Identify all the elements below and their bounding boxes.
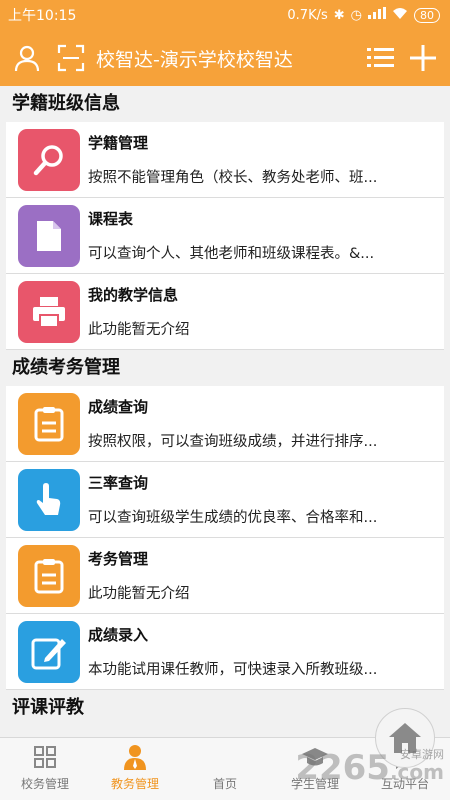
module-title: 学籍管理 [88,134,149,152]
module-desc: 此功能暂无介绍 [88,586,190,602]
module-my-teaching-info[interactable]: 我的教学信息 此功能暂无介绍 [6,274,444,350]
list-icon[interactable] [364,41,398,75]
status-indicators: 0.7K/s ✱ ◷ 80 [287,7,440,23]
tab-label: 校务管理 [20,777,69,791]
tab-teaching-affairs[interactable]: 教务管理 [90,738,180,800]
page-title: 校智达-演示学校校智达 [96,48,293,71]
module-title: 我的教学信息 [88,286,179,304]
printer-icon [18,280,80,343]
module-score-query[interactable]: 成绩查询 按照权限，可以查询班级成绩，并进行排序... [6,386,444,462]
clipboard-icon [18,392,80,455]
module-list[interactable]: 学籍班级信息 学籍管理 按照不能管理角色（校长、教务处老师、班... 课程表 可… [0,86,450,737]
module-exam-affairs[interactable]: 考务管理 此功能暂无介绍 [6,538,444,614]
network-speed: 0.7K/s [287,7,328,23]
tab-school-affairs[interactable]: 校务管理 [0,738,90,800]
tab-label: 学生管理 [290,777,339,791]
module-desc: 可以查询个人、其他老师和班级课程表。&... [88,246,375,262]
signal-icon [368,7,386,23]
module-student-records[interactable]: 学籍管理 按照不能管理角色（校长、教务处老师、班... [6,122,444,198]
tab-student-management[interactable]: 学生管理 [270,738,360,800]
alarm-icon: ◷ [350,7,362,23]
edit-icon [18,620,80,683]
module-title: 三率查询 [88,474,149,492]
module-desc: 此功能暂无介绍 [88,322,190,338]
section-title: 学籍班级信息 [0,86,450,122]
status-time: 上午10:15 [8,8,77,24]
tab-label: 教务管理 [110,777,159,791]
tab-home[interactable]: 首页 [180,708,435,800]
tab-label: 首页 [212,777,237,791]
module-desc: 按照权限，可以查询班级成绩，并进行排序... [88,434,378,450]
section-title: 成绩考务管理 [0,350,450,386]
module-title: 成绩录入 [88,626,149,644]
document-icon [18,204,80,267]
module-desc: 可以查询班级学生成绩的优良率、合格率和... [88,510,378,526]
scan-icon[interactable] [54,41,88,75]
teacher-icon [123,743,147,771]
wifi-icon [392,7,408,23]
search-icon [18,128,80,191]
module-title: 课程表 [88,210,134,228]
module-title: 成绩查询 [88,398,149,416]
module-desc: 按照不能管理角色（校长、教务处老师、班... [88,170,378,186]
module-title: 考务管理 [88,550,149,568]
grid-icon [33,743,57,771]
module-desc: 本功能试用课任教师，可快速录入所教班级... [88,662,378,678]
clipboard-icon [18,544,80,607]
app-header: 校智达-演示学校校智达 [0,30,450,86]
touch-icon [18,468,80,531]
profile-icon[interactable] [10,41,44,75]
module-timetable[interactable]: 课程表 可以查询个人、其他老师和班级课程表。&... [6,198,444,274]
module-three-rates-query[interactable]: 三率查询 可以查询班级学生成绩的优良率、合格率和... [6,462,444,538]
bluetooth-icon: ✱ [333,7,345,23]
graduation-cap-icon [301,743,329,771]
tab-label: 互动平台 [380,777,429,791]
status-bar: 上午10:15 0.7K/s ✱ ◷ 80 [0,0,450,30]
add-icon[interactable] [406,41,440,75]
module-score-entry[interactable]: 成绩录入 本功能试用课任教师，可快速录入所教班级... [6,614,444,690]
bottom-tab-bar: 校务管理 教务管理 首页 学生管理 互动平台 [0,708,450,800]
battery-icon: 80 [414,7,440,23]
watermark-text: 安卓游网 [400,748,444,761]
